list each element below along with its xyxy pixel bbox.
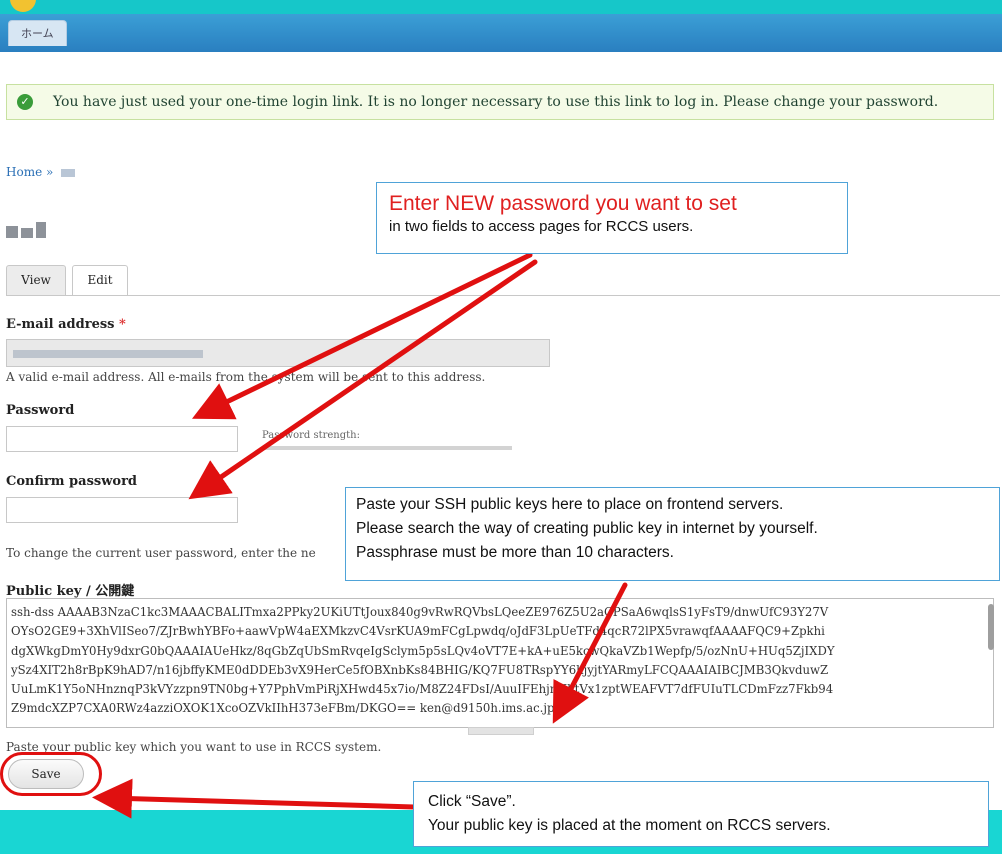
password-description: To change the current user password, ent…: [6, 546, 316, 560]
password-strength-label: Password strength:: [262, 430, 360, 441]
top-strip: [0, 0, 1002, 14]
password-field[interactable]: [6, 426, 238, 452]
tabs-divider: [6, 295, 1000, 296]
tab-edit[interactable]: Edit: [72, 265, 128, 296]
save-highlight-ring: [0, 752, 102, 796]
public-key-line: ssh-dss AAAAB3NzaC1kc3MAAACBALITmxa2PPky…: [11, 605, 829, 619]
nav-tab-home[interactable]: ホーム: [8, 20, 67, 46]
breadcrumb-home-link[interactable]: Home: [6, 165, 42, 179]
breadcrumb-user-redacted[interactable]: [61, 168, 76, 177]
callout-new-password-title: Enter NEW password you want to set: [389, 192, 737, 215]
tab-view[interactable]: View: [6, 265, 66, 295]
arrow-to-password: [192, 252, 533, 420]
public-key-line: UuLmK1Y5oNHnznqP3kVYzzpn9TN0bg+Y7PphVmPi…: [11, 682, 834, 697]
callout-new-password: Enter NEW password you want to set in tw…: [376, 182, 848, 254]
public-key-line: ySz4XIT2h8rBpK9hAD7/n16jbffyKME0dDDEb3vX…: [11, 662, 829, 677]
email-field[interactable]: [6, 339, 550, 367]
public-key-label: Public key / 公開鍵: [6, 584, 135, 599]
breadcrumb-separator: »: [46, 165, 54, 179]
check-icon: ✓: [17, 94, 33, 110]
status-message: ✓ You have just used your one-time login…: [6, 84, 994, 120]
callout-save: Click “Save”. Your public key is placed …: [413, 781, 989, 847]
public-key-textarea[interactable]: ssh-dss AAAAB3NzaC1kc3MAAACBALITmxa2PPky…: [6, 598, 994, 728]
callout-ssh-line: Please search the way of creating public…: [356, 520, 818, 537]
page-title-redacted: [6, 222, 46, 238]
callout-save-line: Your public key is placed at the moment …: [428, 817, 831, 834]
callout-ssh-line: Paste your SSH public keys here to place…: [356, 496, 784, 513]
callout-ssh-keys: Paste your SSH public keys here to place…: [345, 487, 1000, 581]
required-marker: *: [119, 317, 126, 332]
email-label-text: E-mail address: [6, 317, 115, 332]
email-value-redacted: [13, 350, 203, 358]
password-label: Password: [6, 403, 75, 418]
confirm-password-field[interactable]: [6, 497, 238, 523]
public-key-line: Z9mdcXZP7CXA0RWz4azziOXOK1XcoOZVkIIhH373…: [11, 701, 555, 716]
email-label: E-mail address *: [6, 317, 126, 332]
callout-save-line: Click “Save”.: [428, 793, 516, 810]
status-message-text: You have just used your one-time login l…: [53, 94, 939, 110]
public-key-line: dgXWkgDmY0Hy9dxrG0bQAAAIAUeHkz/8qGbZqUbS…: [11, 643, 835, 658]
callout-new-password-sub: in two fields to access pages for RCCS u…: [389, 218, 694, 235]
confirm-password-label: Confirm password: [6, 474, 138, 489]
public-key-line: OYsO2GE9+3XhVlISeo7/ZJrBwhYBFo+aawVpW4aE…: [11, 624, 825, 639]
textarea-resize-grip[interactable]: [468, 727, 534, 735]
callout-ssh-line: Passphrase must be more than 10 characte…: [356, 544, 674, 561]
breadcrumb: Home »: [6, 165, 76, 179]
nav-bar: [0, 14, 1002, 52]
textarea-scrollbar[interactable]: [988, 604, 994, 650]
arrow-to-save: [92, 778, 417, 819]
password-strength-bar: [262, 446, 512, 450]
email-description: A valid e-mail address. All e-mails from…: [6, 370, 486, 384]
